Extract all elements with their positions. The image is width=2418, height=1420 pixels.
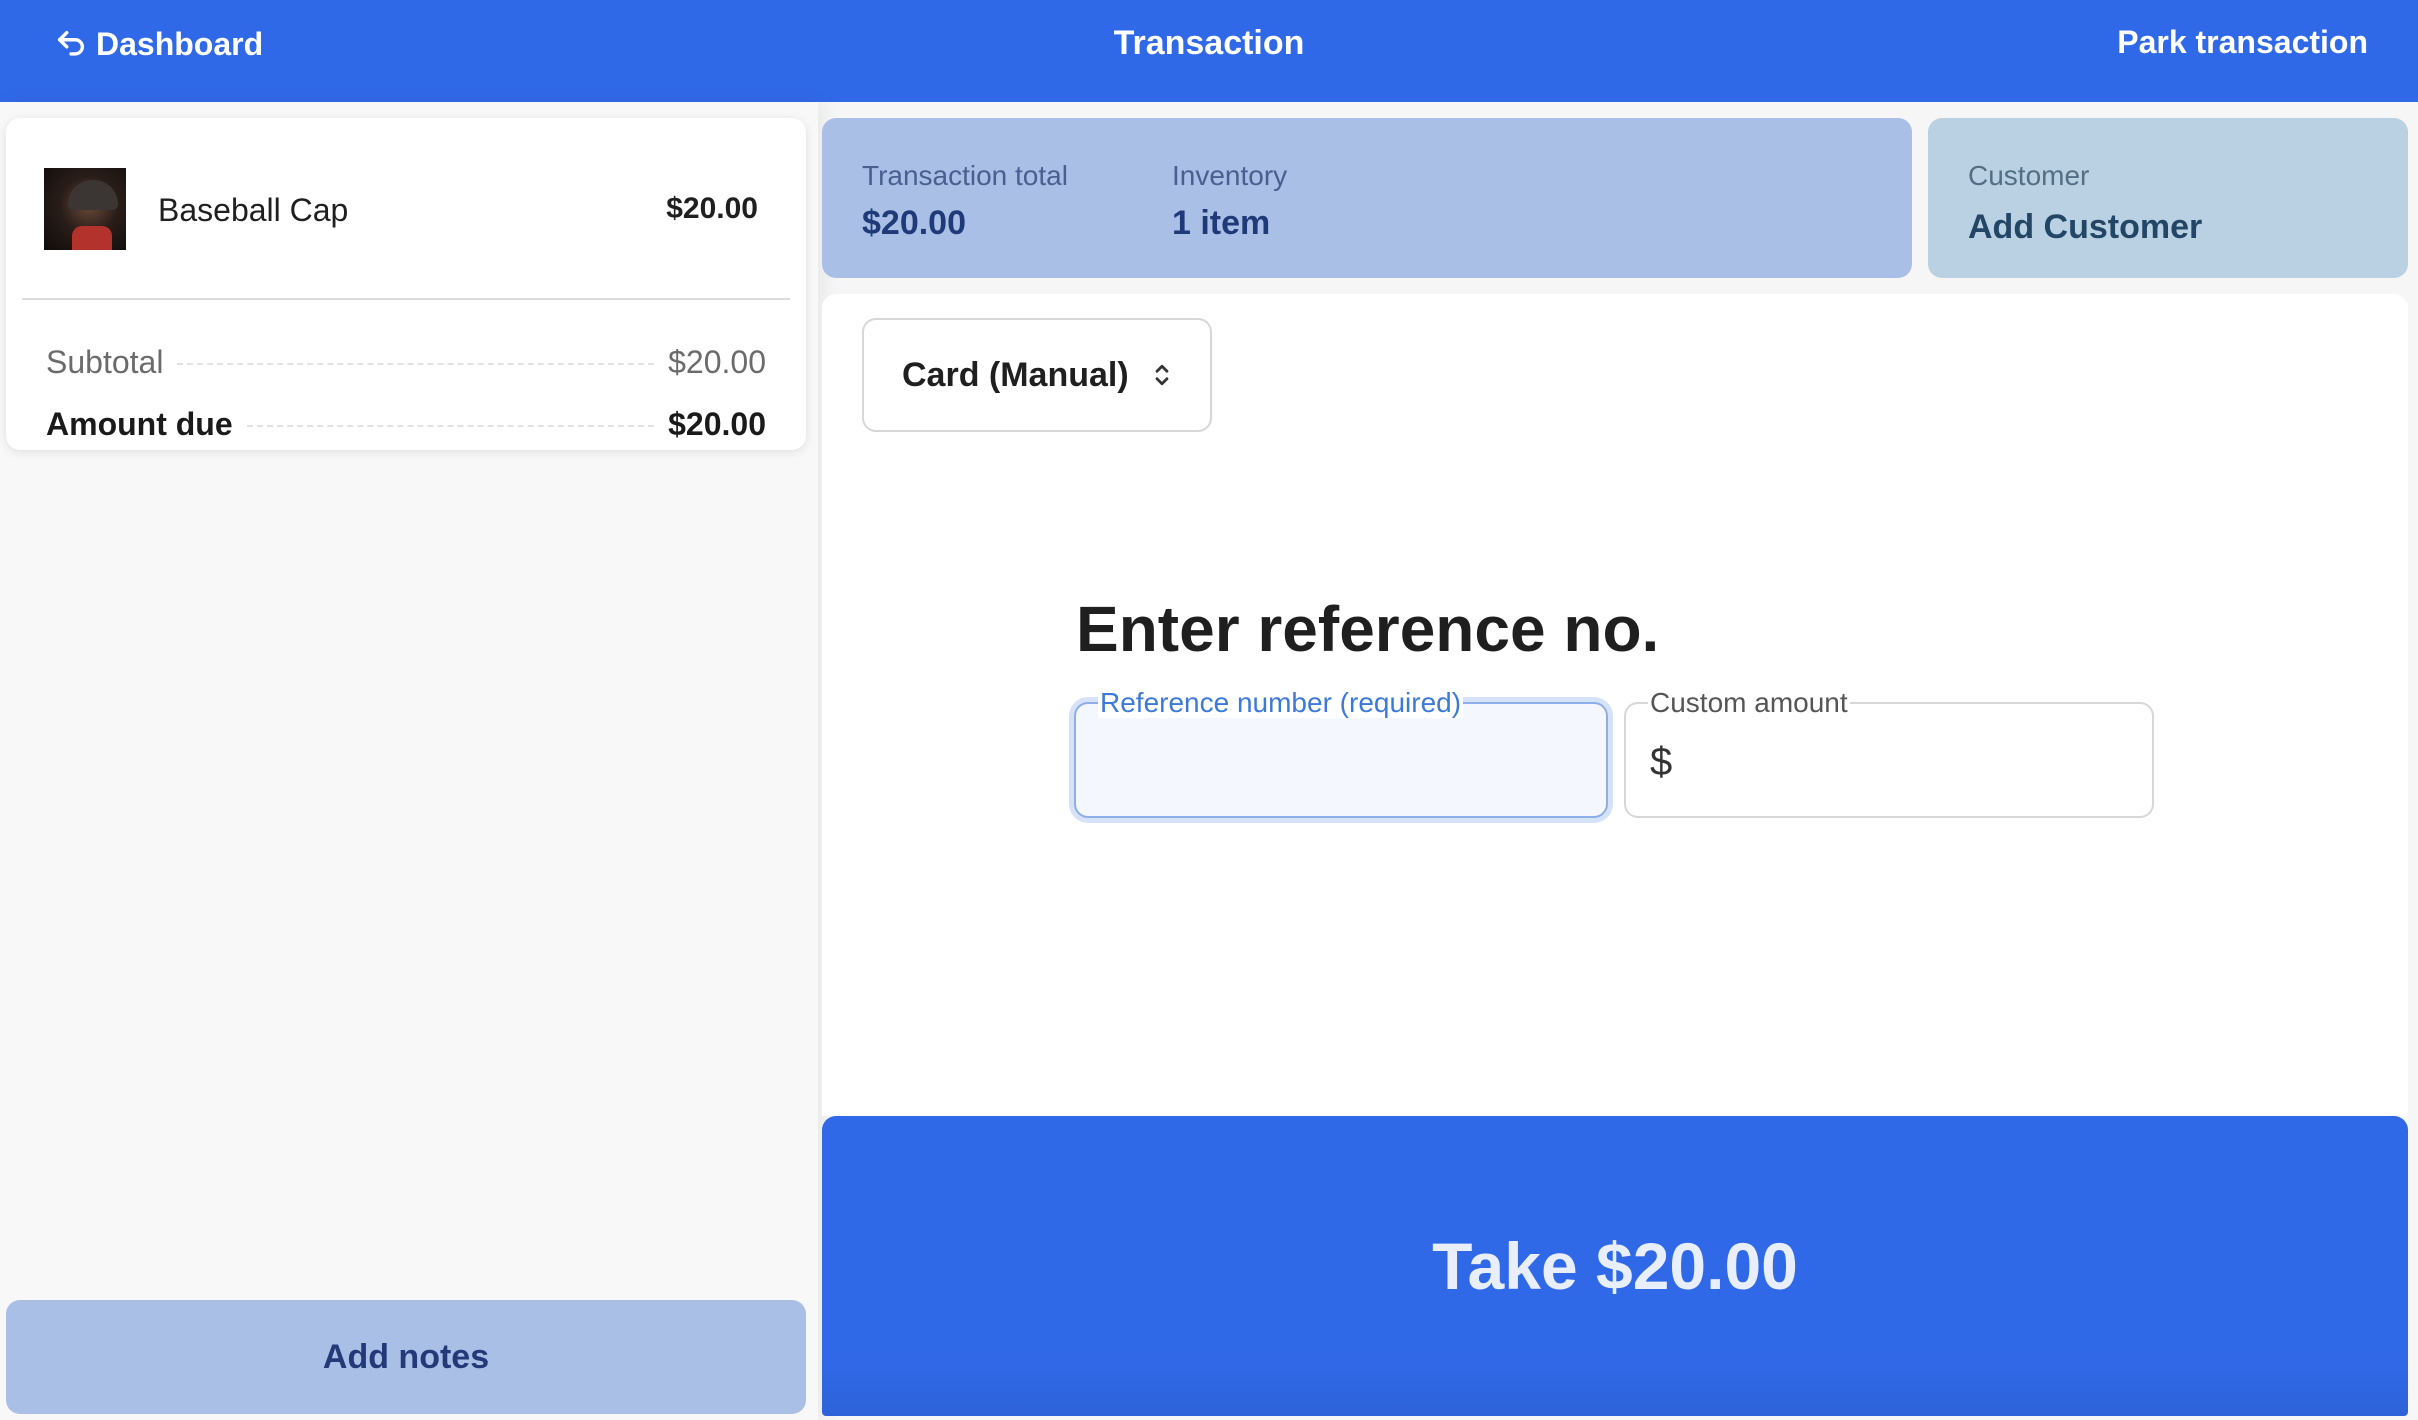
transaction-summary-tile: Transaction total $20.00 Inventory 1 ite… (822, 118, 1912, 278)
reference-number-label: Reference number (required) (1098, 687, 1464, 718)
custom-amount-input[interactable] (1682, 734, 2136, 790)
dashboard-back-button[interactable]: Dashboard (54, 24, 263, 64)
chevron-up-down-icon (1155, 364, 1169, 386)
top-bar: Dashboard Transaction Park transaction (0, 0, 2418, 102)
payment-panel: Card (Manual) Enter reference no. Refere… (822, 294, 2408, 1116)
custom-amount-field[interactable]: Custom amount $ (1624, 688, 2154, 818)
payment-method-value: Card (Manual) (902, 355, 1129, 394)
transaction-total-block: Transaction total $20.00 (862, 160, 1068, 243)
subtotal-label: Subtotal (46, 343, 164, 380)
page-title: Transaction (1113, 24, 1305, 62)
inventory-block: Inventory 1 item (1172, 160, 1287, 243)
amount-due-value: $20.00 (668, 405, 766, 442)
product-thumbnail (44, 168, 126, 250)
amount-due-row: Amount due $20.00 (46, 404, 766, 444)
take-payment-button[interactable]: Take $20.00 (822, 1116, 2408, 1416)
cart-column: Baseball Cap $20.00 Subtotal $20.00 Amou… (0, 102, 818, 1420)
undo-arrow-icon (57, 30, 84, 56)
custom-amount-label: Custom amount (1648, 687, 1850, 718)
park-transaction-button[interactable]: Park transaction (2117, 24, 2368, 61)
item-price: $20.00 (666, 192, 758, 225)
currency-symbol: $ (1650, 740, 1673, 784)
divider (22, 298, 790, 300)
reference-heading: Enter reference no. (1076, 593, 1660, 665)
subtotal-row: Subtotal $20.00 (46, 342, 766, 382)
amount-due-label: Amount due (46, 405, 233, 442)
item-name: Baseball Cap (158, 192, 349, 228)
leader-dots (246, 425, 655, 427)
cart-card: Baseball Cap $20.00 Subtotal $20.00 Amou… (6, 118, 806, 450)
payment-method-select[interactable]: Card (Manual) (862, 318, 1212, 432)
customer-label: Customer (1968, 160, 2090, 191)
cart-line-item[interactable]: Baseball Cap $20.00 (6, 118, 806, 298)
add-notes-button[interactable]: Add notes (6, 1300, 806, 1414)
subtotal-value: $20.00 (668, 343, 766, 380)
dashboard-label: Dashboard (96, 25, 264, 62)
transaction-total-value: $20.00 (862, 204, 966, 242)
reference-number-field[interactable]: Reference number (required) (1074, 688, 1608, 818)
inventory-label: Inventory (1172, 160, 1288, 191)
add-customer-link[interactable]: Add Customer (1968, 208, 2202, 247)
transaction-total-label: Transaction total (862, 160, 1068, 191)
reference-number-input[interactable] (1096, 734, 1590, 790)
customer-tile[interactable]: Customer Add Customer (1928, 118, 2408, 278)
leader-dots (177, 363, 655, 365)
inventory-value: 1 item (1172, 204, 1271, 242)
